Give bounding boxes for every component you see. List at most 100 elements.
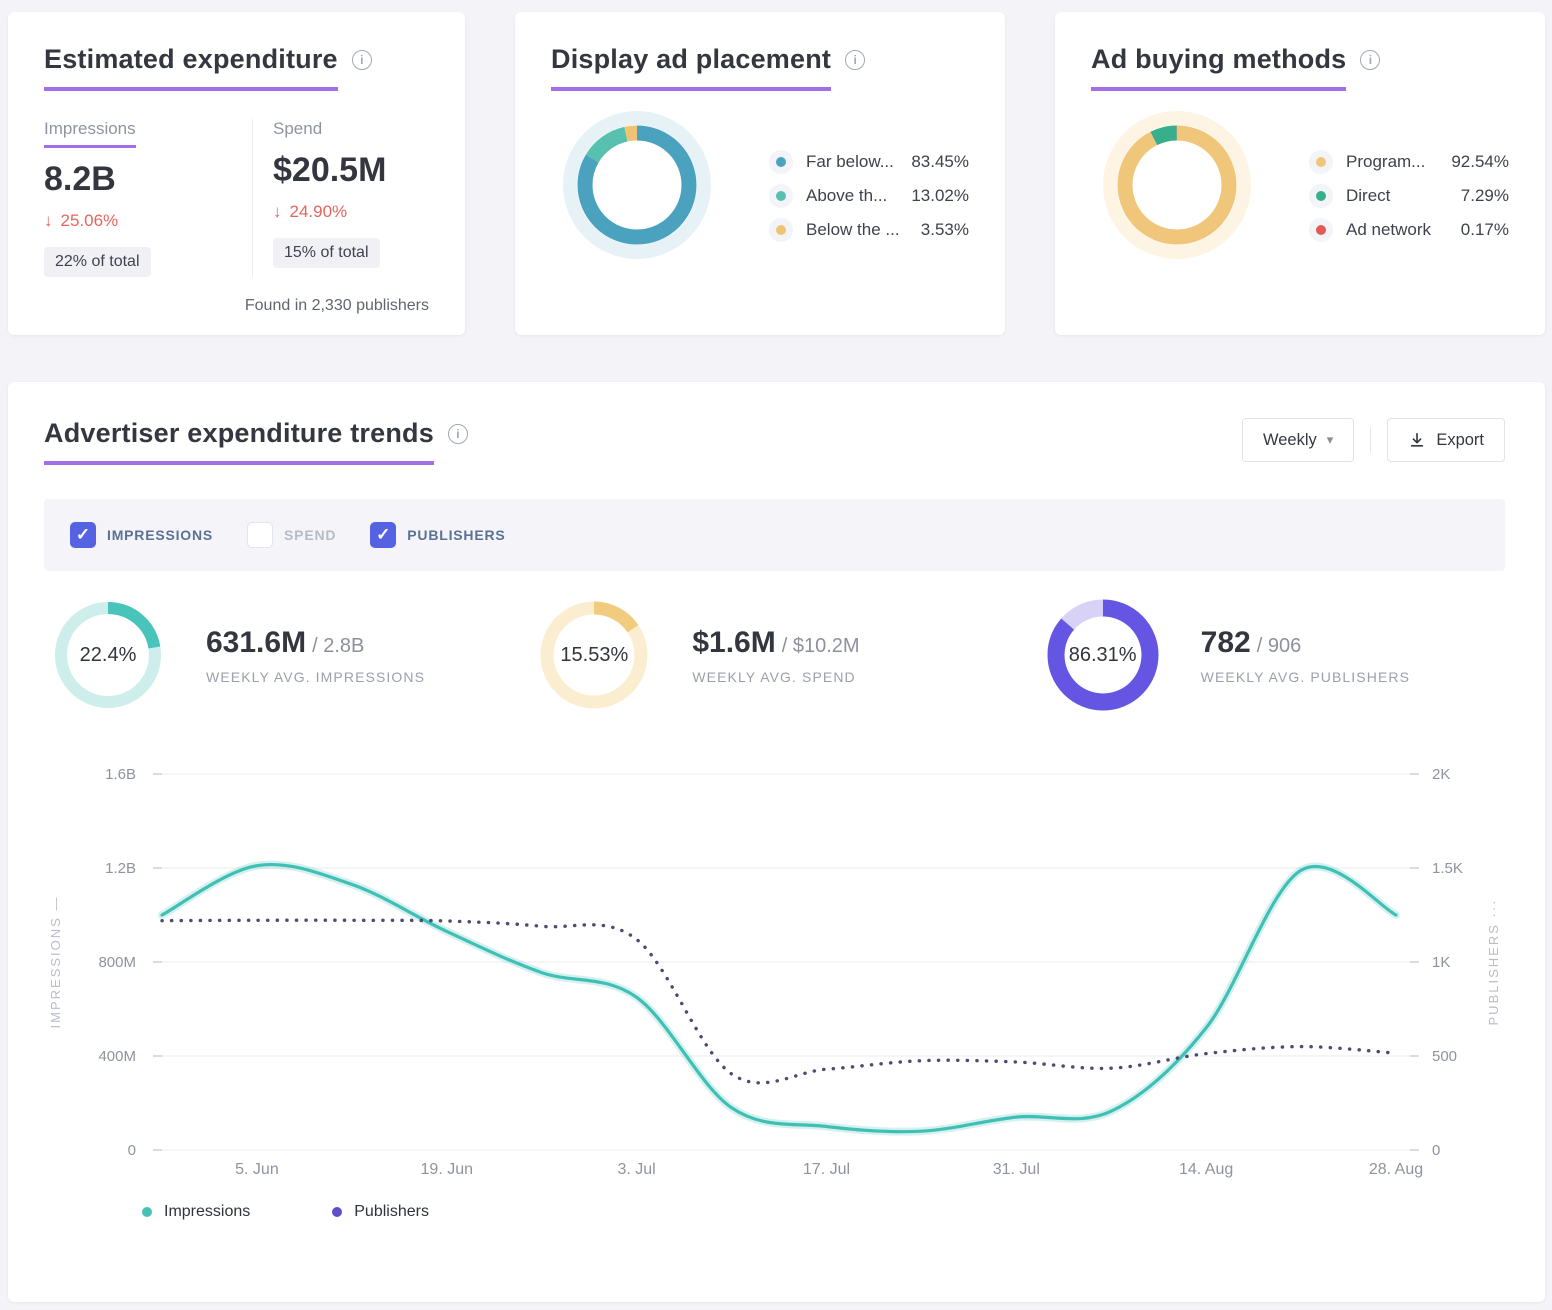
svg-text:17. Jul: 17. Jul <box>803 1161 850 1178</box>
controls-divider <box>1370 427 1371 453</box>
info-icon[interactable]: i <box>845 50 865 70</box>
spend-metric-column: Spend $20.5M ↓ 24.90% 15% of total <box>253 119 386 277</box>
legend-item-impressions[interactable]: Impressions <box>142 1203 250 1221</box>
publishers-found-note: Found in 2,330 publishers <box>245 297 429 315</box>
legend-label: Above th... <box>806 186 887 206</box>
legend-value: 0.17% <box>1461 220 1509 240</box>
legend-value: 13.02% <box>911 186 969 206</box>
svg-text:19. Jun: 19. Jun <box>421 1161 473 1178</box>
legend-dot-halo <box>1309 184 1333 208</box>
impressions-stat-value: 631.6M / 2.8B <box>206 626 425 660</box>
advertiser-expenditure-trends-card: Advertiser expenditure trends i Weekly ▾… <box>8 382 1545 1302</box>
publishers-ring-percent: 86.31% <box>1047 599 1159 711</box>
spend-share-badge: 15% of total <box>273 238 380 268</box>
svg-text:1.5K: 1.5K <box>1432 860 1463 877</box>
svg-text:3. Jul: 3. Jul <box>617 1161 655 1178</box>
legend-value: 83.45% <box>911 152 969 172</box>
publishers-progress-ring: 86.31% <box>1047 599 1159 711</box>
legend-row-direct[interactable]: Direct 7.29% <box>1309 179 1509 213</box>
impressions-checkbox-group[interactable]: ✓ IMPRESSIONS <box>70 522 213 548</box>
publishers-checkbox-group[interactable]: ✓ PUBLISHERS <box>370 522 505 548</box>
spend-checkbox[interactable] <box>247 522 273 548</box>
impressions-metric-value: 8.2B <box>44 160 252 199</box>
legend-row-programmatic[interactable]: Program... 92.54% <box>1309 145 1509 179</box>
export-icon <box>1408 431 1426 449</box>
spend-metric-value: $20.5M <box>273 151 386 190</box>
series-toggle-strip: ✓ IMPRESSIONS SPEND ✓ PUBLISHERS <box>44 499 1505 571</box>
export-button-label: Export <box>1436 431 1484 450</box>
legend-dot <box>776 225 786 235</box>
legend-label: Below the ... <box>806 220 900 240</box>
stat-value: 631.6M <box>206 626 306 659</box>
legend-dot-halo <box>769 150 793 174</box>
ad-buying-legend: Program... 92.54% Direct 7.29% Ad networ… <box>1309 145 1509 247</box>
legend-dot-halo <box>1309 150 1333 174</box>
impressions-stat-caption: WEEKLY AVG. IMPRESSIONS <box>206 669 425 685</box>
spend-metric-label[interactable]: Spend <box>273 119 322 139</box>
legend-label: Direct <box>1346 186 1390 206</box>
legend-dot <box>142 1207 152 1217</box>
trend-chart-legend: Impressions Publishers <box>44 1203 1505 1221</box>
ad-buying-methods-card: Ad buying methods i Program... 92.54% Di… <box>1055 12 1545 335</box>
legend-row-ad-network[interactable]: Ad network 0.17% <box>1309 213 1509 247</box>
spend-checkbox-group[interactable]: SPEND <box>247 522 336 548</box>
legend-dot-halo <box>769 218 793 242</box>
chevron-down-icon: ▾ <box>1327 432 1334 448</box>
estimated-expenditure-card: Estimated expenditure i Impressions 8.2B… <box>8 12 465 335</box>
spend-ring-percent: 15.53% <box>538 599 650 711</box>
legend-label: Ad network <box>1346 220 1431 240</box>
publishers-checkbox[interactable]: ✓ <box>370 522 396 548</box>
svg-text:400M: 400M <box>98 1048 136 1065</box>
svg-text:PUBLISHERS ···: PUBLISHERS ··· <box>1486 899 1501 1026</box>
down-arrow-icon: ↓ <box>44 211 53 231</box>
info-icon[interactable]: i <box>352 50 372 70</box>
svg-text:1.2B: 1.2B <box>105 860 136 877</box>
period-dropdown[interactable]: Weekly ▾ <box>1242 418 1354 462</box>
weekly-avg-spend-stat: 15.53% $1.6M / $10.2M WEEKLY AVG. SPEND <box>510 599 996 711</box>
spend-checkbox-label: SPEND <box>284 527 336 543</box>
legend-dot <box>1316 191 1326 201</box>
ad-buying-methods-title: Ad buying methods <box>1091 44 1346 91</box>
legend-dot-halo <box>769 184 793 208</box>
legend-row-below-the[interactable]: Below the ... 3.53% <box>769 213 969 247</box>
display-ad-placement-card: Display ad placement i Far below... 83.4… <box>515 12 1005 335</box>
summary-cards-row: Estimated expenditure i Impressions 8.2B… <box>8 12 1545 335</box>
export-button[interactable]: Export <box>1387 418 1505 462</box>
svg-text:500: 500 <box>1432 1048 1457 1065</box>
ad-placement-donut-chart[interactable] <box>557 105 717 265</box>
info-icon[interactable]: i <box>1360 50 1380 70</box>
impressions-metric-label[interactable]: Impressions <box>44 119 136 148</box>
legend-row-above-the[interactable]: Above th... 13.02% <box>769 179 969 213</box>
legend-dot <box>332 1207 342 1217</box>
impressions-checkbox[interactable]: ✓ <box>70 522 96 548</box>
stat-total: / 2.8B <box>312 635 364 657</box>
legend-value: 3.53% <box>921 220 969 240</box>
svg-text:1.6B: 1.6B <box>105 766 136 783</box>
svg-text:1K: 1K <box>1432 954 1450 971</box>
expenditure-trend-line-chart[interactable]: 1.6B2K1.2B1.5K800M1K400M500005. Jun19. J… <box>8 737 1545 1187</box>
stat-total: / $10.2M <box>782 635 860 657</box>
display-ad-placement-title: Display ad placement <box>551 44 831 91</box>
ad-buying-donut-chart[interactable] <box>1097 105 1257 265</box>
spend-delta-value: 24.90% <box>290 202 348 222</box>
impressions-share-badge: 22% of total <box>44 247 151 277</box>
spend-stat-caption: WEEKLY AVG. SPEND <box>692 669 859 685</box>
spend-delta: ↓ 24.90% <box>273 202 386 222</box>
info-icon[interactable]: i <box>448 424 468 444</box>
legend-dot <box>1316 225 1326 235</box>
stat-value: $1.6M <box>692 626 775 659</box>
legend-dot-halo <box>1309 218 1333 242</box>
legend-dot <box>1316 157 1326 167</box>
legend-row-far-below[interactable]: Far below... 83.45% <box>769 145 969 179</box>
publishers-stat-caption: WEEKLY AVG. PUBLISHERS <box>1201 669 1410 685</box>
legend-label: Far below... <box>806 152 894 172</box>
svg-text:28. Aug: 28. Aug <box>1369 1161 1423 1178</box>
svg-text:31. Jul: 31. Jul <box>993 1161 1040 1178</box>
svg-text:800M: 800M <box>98 954 136 971</box>
down-arrow-icon: ↓ <box>273 202 282 222</box>
period-dropdown-value: Weekly <box>1263 431 1317 450</box>
legend-item-publishers[interactable]: Publishers <box>332 1203 429 1221</box>
spend-stat-value: $1.6M / $10.2M <box>692 626 859 660</box>
stat-value: 782 <box>1201 626 1251 659</box>
svg-text:14. Aug: 14. Aug <box>1179 1161 1233 1178</box>
